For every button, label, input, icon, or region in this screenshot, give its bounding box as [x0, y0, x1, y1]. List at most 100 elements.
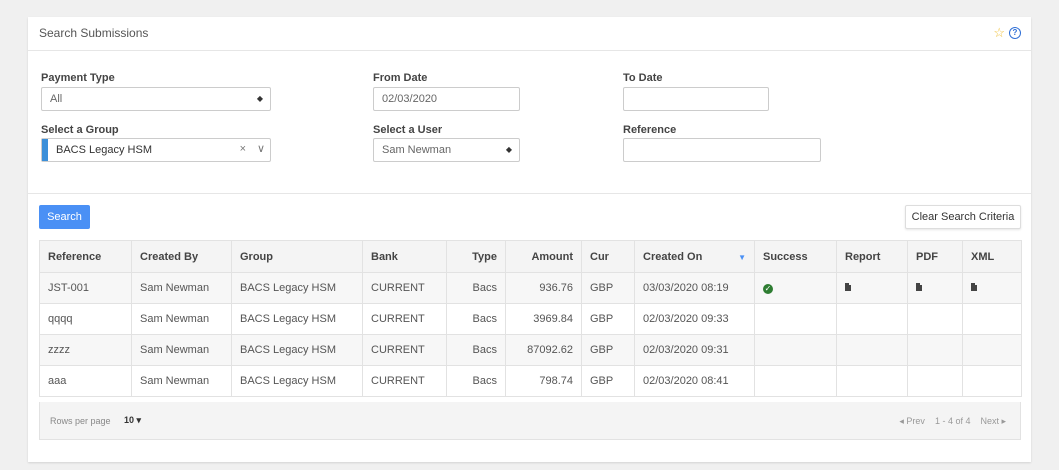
submissions-table: Reference Created By Group Bank Type Amo… [39, 240, 1022, 397]
cell-cur: GBP [581, 303, 635, 335]
page-range: 1 - 4 of 4 [934, 416, 971, 426]
cell-amount: 87092.62 [505, 334, 582, 366]
cell-success: ✓ [754, 272, 837, 304]
group-select[interactable]: BACS Legacy HSM × ∨ [41, 138, 271, 162]
created-on-header-label: Created On [643, 250, 703, 263]
cell-success [754, 365, 837, 397]
cell-cur: GBP [581, 272, 635, 304]
table-row[interactable]: qqqq Sam Newman BACS Legacy HSM CURRENT … [39, 303, 1022, 335]
cell-bank: CURRENT [362, 334, 447, 366]
sort-desc-icon: ▼ [738, 252, 746, 262]
cell-xml [962, 272, 1022, 304]
table-row[interactable]: aaa Sam Newman BACS Legacy HSM CURRENT B… [39, 365, 1022, 397]
column-header-created-on[interactable]: Created On ▼ [634, 240, 755, 273]
cell-group: BACS Legacy HSM [231, 303, 363, 335]
cell-report [836, 272, 908, 304]
cell-success [754, 334, 837, 366]
cell-report [836, 303, 908, 335]
column-header-success[interactable]: Success [754, 240, 837, 273]
star-icon[interactable]: ☆ [993, 26, 1005, 39]
column-header-cur[interactable]: Cur [581, 240, 635, 273]
rows-per-page-label: Rows per page [50, 416, 111, 426]
select-arrow-icon: ◆ [505, 145, 512, 154]
prev-page-button[interactable]: ◂ Prev [899, 416, 925, 427]
cell-xml [962, 334, 1022, 366]
next-page-button[interactable]: Next ▸ [980, 416, 1006, 427]
cell-reference: JST-001 [39, 272, 132, 304]
cell-type: Bacs [446, 272, 506, 304]
cell-created-by: Sam Newman [131, 303, 232, 335]
cell-type: Bacs [446, 334, 506, 366]
check-circle-icon: ✓ [763, 284, 773, 294]
card-header: Search Submissions ☆ ? [28, 17, 1031, 51]
clear-icon[interactable]: × [240, 143, 246, 155]
pagination: ◂ Prev 1 - 4 of 4 Next ▸ [899, 416, 1006, 427]
cell-created-on: 02/03/2020 08:41 [634, 365, 755, 397]
cell-created-on: 02/03/2020 09:31 [634, 334, 755, 366]
cell-cur: GBP [581, 365, 635, 397]
cell-pdf [907, 303, 963, 335]
from-date-label: From Date [373, 72, 428, 84]
help-icon[interactable]: ? [1009, 26, 1021, 39]
cell-created-by: Sam Newman [131, 272, 232, 304]
search-button[interactable]: Search [39, 205, 90, 229]
clear-search-criteria-button[interactable]: Clear Search Criteria [905, 205, 1021, 229]
reference-input[interactable] [623, 138, 821, 162]
cell-created-on: 03/03/2020 08:19 [634, 272, 755, 304]
card-title: Search Submissions [39, 26, 149, 40]
from-date-input[interactable]: 02/03/2020 [373, 87, 520, 111]
pdf-file-icon[interactable] [916, 283, 922, 291]
cell-bank: CURRENT [362, 303, 447, 335]
from-date-value: 02/03/2020 [382, 93, 438, 105]
cell-success [754, 303, 837, 335]
user-label: Select a User [373, 124, 443, 136]
cell-xml [962, 365, 1022, 397]
table-footer: Rows per page 10 ▾ ◂ Prev 1 - 4 of 4 Nex… [39, 402, 1021, 440]
cell-reference: qqqq [39, 303, 132, 335]
user-select[interactable]: Sam Newman ◆ [373, 138, 520, 162]
column-header-bank[interactable]: Bank [362, 240, 447, 273]
to-date-input[interactable] [623, 87, 769, 111]
column-header-group[interactable]: Group [231, 240, 363, 273]
cell-report [836, 334, 908, 366]
search-submissions-card: Search Submissions ☆ ? Payment Type All … [28, 17, 1031, 462]
group-color-bar [42, 139, 48, 161]
table-row[interactable]: zzzz Sam Newman BACS Legacy HSM CURRENT … [39, 334, 1022, 366]
payment-type-select[interactable]: All ◆ [41, 87, 271, 111]
chevron-down-icon[interactable]: ∨ [257, 142, 265, 155]
column-header-amount[interactable]: Amount [505, 240, 582, 273]
cell-pdf [907, 334, 963, 366]
column-header-report[interactable]: Report [836, 240, 908, 273]
xml-file-icon[interactable] [971, 283, 977, 291]
cell-pdf [907, 272, 963, 304]
payment-type-value: All [50, 93, 63, 105]
cell-type: Bacs [446, 303, 506, 335]
cell-reference: aaa [39, 365, 132, 397]
column-header-type[interactable]: Type [446, 240, 506, 273]
cell-amount: 936.76 [505, 272, 582, 304]
group-label: Select a Group [41, 124, 119, 136]
column-header-xml[interactable]: XML [962, 240, 1022, 273]
divider [28, 193, 1031, 194]
table-row[interactable]: JST-001 Sam Newman BACS Legacy HSM CURRE… [39, 272, 1022, 304]
cell-group: BACS Legacy HSM [231, 272, 363, 304]
column-header-reference[interactable]: Reference [39, 240, 132, 273]
select-arrow-icon: ◆ [256, 94, 263, 103]
payment-type-label: Payment Type [41, 72, 115, 84]
cell-amount: 3969.84 [505, 303, 582, 335]
report-file-icon[interactable] [845, 283, 851, 291]
column-header-pdf[interactable]: PDF [907, 240, 963, 273]
cell-pdf [907, 365, 963, 397]
cell-created-by: Sam Newman [131, 334, 232, 366]
cell-bank: CURRENT [362, 272, 447, 304]
user-value: Sam Newman [382, 144, 452, 156]
cell-reference: zzzz [39, 334, 132, 366]
column-header-created-by[interactable]: Created By [131, 240, 232, 273]
cell-xml [962, 303, 1022, 335]
cell-bank: CURRENT [362, 365, 447, 397]
cell-group: BACS Legacy HSM [231, 365, 363, 397]
cell-created-by: Sam Newman [131, 365, 232, 397]
cell-created-on: 02/03/2020 09:33 [634, 303, 755, 335]
rows-per-page-select[interactable]: 10 ▾ [124, 415, 141, 426]
cell-report [836, 365, 908, 397]
